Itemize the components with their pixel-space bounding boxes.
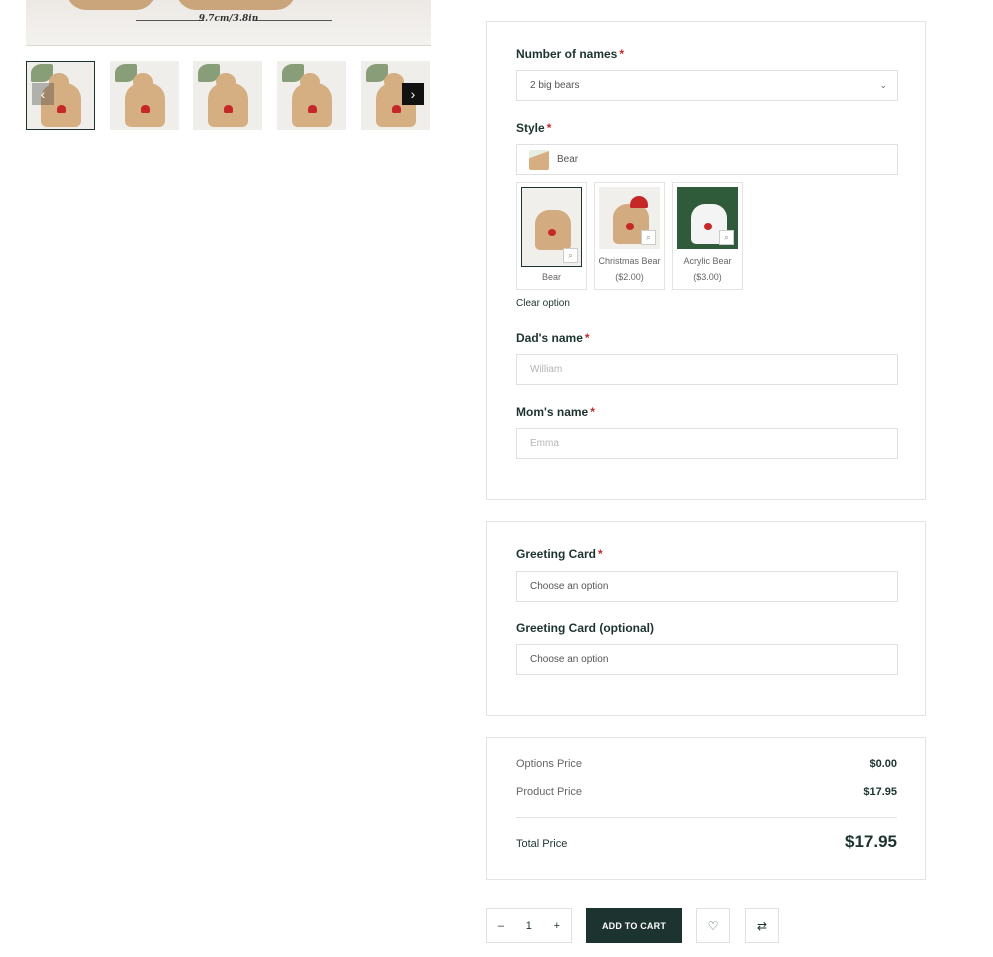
thumbnail-2[interactable]: [110, 61, 179, 130]
field-label-greeting-card-optional: Greeting Card (optional): [516, 621, 654, 635]
required-marker: *: [598, 547, 603, 561]
product-price-value: $17.95: [863, 786, 897, 798]
greeting-card-select[interactable]: Choose an option: [516, 571, 898, 602]
required-marker: *: [584, 331, 590, 345]
required-marker: *: [546, 121, 552, 135]
options-price-label: Options Price: [516, 758, 583, 770]
increase-quantity-button[interactable]: +: [554, 920, 560, 932]
total-price-value: $17.95: [845, 832, 897, 851]
swatch-image: ⌕: [521, 187, 582, 267]
quantity-value[interactable]: 1: [526, 920, 532, 932]
decrease-quantity-button[interactable]: –: [498, 920, 504, 932]
total-price-label: Total Price: [516, 838, 568, 850]
greeting-card-panel: Greeting Card * Choose an option Greeting…: [486, 521, 926, 716]
field-label-style: Style *: [516, 121, 552, 135]
swatch-name: Christmas Bear: [598, 256, 661, 266]
product-price-row: Product Price $17.95: [516, 786, 897, 798]
greeting-card-optional-select[interactable]: Choose an option: [516, 644, 898, 675]
options-price-value: $0.00: [869, 758, 897, 770]
product-image-detail: [176, 0, 296, 10]
zoom-icon[interactable]: ⌕: [641, 230, 656, 245]
heart-icon: ♡: [707, 918, 719, 933]
style-preview-image: [529, 149, 549, 170]
style-swatch-christmas-bear[interactable]: ⌕ Christmas Bear ($2.00): [594, 182, 665, 290]
required-marker: *: [619, 47, 625, 61]
wishlist-button[interactable]: ♡: [696, 908, 730, 943]
zoom-icon[interactable]: ⌕: [719, 230, 734, 245]
total-price-row: Total Price $17.95: [516, 832, 897, 852]
style-swatch-acrylic-bear[interactable]: ⌕ Acrylic Bear ($3.00): [672, 182, 743, 290]
required-marker: *: [590, 405, 595, 419]
price-divider: [516, 817, 897, 818]
compare-arrows-icon: ⇄: [756, 918, 768, 933]
field-label-dads-name: Dad's name *: [516, 331, 590, 345]
product-price-label: Product Price: [516, 786, 583, 798]
number-of-names-select[interactable]: 2 big bears ⌄: [516, 70, 898, 101]
swatch-price: ($3.00): [693, 272, 722, 282]
chevron-left-icon[interactable]: ‹: [32, 83, 54, 105]
add-to-cart-button[interactable]: ADD TO CART: [586, 908, 682, 943]
swatch-image: ⌕: [599, 187, 660, 249]
select-value: 2 big bears: [530, 80, 580, 91]
compare-button[interactable]: ⇄: [745, 908, 779, 943]
style-swatch-bear[interactable]: ⌕ Bear: [516, 182, 587, 290]
field-label-moms-name: Mom's name *: [516, 405, 595, 419]
swatch-name: Bear: [541, 272, 561, 282]
dimension-label: 9.7cm/3.8in: [198, 14, 259, 24]
thumbnail-strip: ‹ ›: [26, 61, 431, 131]
main-product-image: 9.7cm/3.8in: [26, 0, 431, 46]
clear-option-link[interactable]: Clear option: [516, 298, 570, 309]
personalization-panel: Number of names * 2 big bears ⌄ Style * Be…: [486, 21, 926, 500]
swatch-image: ⌕: [677, 187, 738, 249]
thumbnail-4[interactable]: [277, 61, 346, 130]
dads-name-input[interactable]: William: [516, 354, 898, 385]
chevron-right-icon[interactable]: ›: [402, 83, 424, 105]
chevron-down-icon: ⌄: [879, 80, 887, 90]
select-value: Bear: [557, 154, 579, 165]
thumbnail-3[interactable]: [193, 61, 262, 130]
swatch-price: ($2.00): [615, 272, 644, 282]
zoom-icon[interactable]: ⌕: [563, 248, 578, 263]
price-summary-panel: Options Price $0.00 Product Price $17.95…: [486, 737, 926, 880]
quantity-stepper: – 1 +: [486, 908, 572, 943]
moms-name-input[interactable]: Emma: [516, 428, 898, 459]
style-select[interactable]: Bear: [516, 144, 898, 175]
product-image-detail: [66, 0, 156, 10]
swatch-name: Acrylic Bear: [683, 256, 732, 266]
field-label-greeting-card: Greeting Card *: [516, 547, 603, 561]
field-label-number-of-names: Number of names *: [516, 47, 625, 61]
options-price-row: Options Price $0.00: [516, 758, 897, 770]
